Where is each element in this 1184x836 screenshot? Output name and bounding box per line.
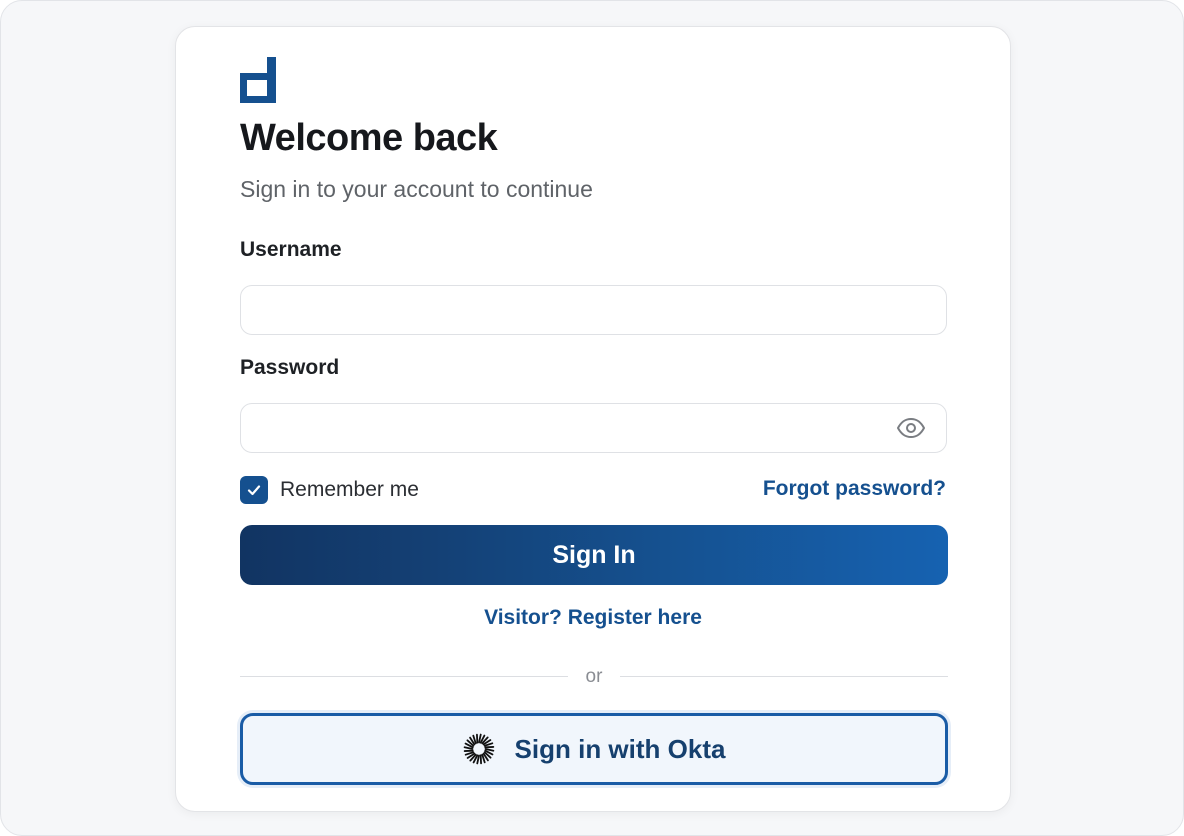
password-input[interactable] (240, 403, 947, 453)
password-label: Password (240, 356, 340, 379)
checkbox-checked-icon[interactable] (240, 476, 268, 504)
divider-left (240, 676, 568, 677)
d-logo-icon (240, 57, 276, 103)
page-subtitle: Sign in to your account to continue (240, 176, 593, 202)
register-link[interactable]: Visitor? Register here (484, 606, 702, 629)
okta-icon (463, 733, 494, 765)
remember-me-label: Remember me (280, 478, 419, 501)
register-row: Visitor? Register here (176, 606, 1010, 630)
sign-in-button[interactable]: Sign In (240, 525, 948, 585)
login-card: Welcome back Sign in to your account to … (175, 26, 1011, 812)
username-input[interactable] (240, 285, 947, 335)
page-background: Welcome back Sign in to your account to … (0, 0, 1184, 836)
divider-right (620, 676, 948, 677)
forgot-password-link[interactable]: Forgot password? (763, 477, 946, 501)
checkmark-icon (247, 485, 261, 496)
page-title: Welcome back (240, 117, 498, 159)
username-label: Username (240, 238, 342, 261)
remember-me-checkbox[interactable]: Remember me (240, 476, 419, 504)
eye-icon[interactable] (896, 416, 926, 440)
okta-button-label: Sign in with Okta (514, 733, 726, 764)
sign-in-with-okta-button[interactable]: Sign in with Okta (240, 713, 948, 785)
divider-or-text: or (585, 666, 603, 687)
